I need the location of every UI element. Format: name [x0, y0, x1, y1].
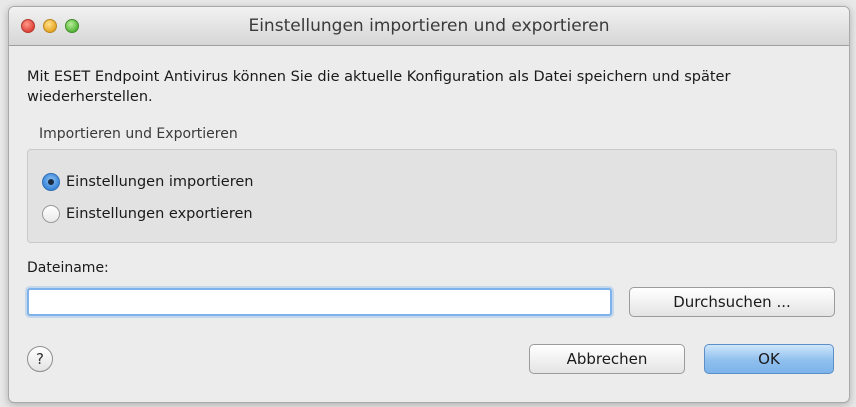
- help-icon[interactable]: ?: [27, 346, 53, 372]
- title-bar[interactable]: Einstellungen importieren und exportiere…: [9, 7, 849, 46]
- window-title: Einstellungen importieren und exportiere…: [248, 16, 610, 36]
- dialog-window: Einstellungen importieren und exportiere…: [8, 6, 850, 403]
- browse-button[interactable]: Durchsuchen ...: [629, 287, 835, 317]
- radio-selected-icon[interactable]: [42, 173, 60, 191]
- filename-input[interactable]: [27, 288, 612, 316]
- radio-import-settings[interactable]: Einstellungen importieren: [42, 170, 253, 194]
- dialog-description: Mit ESET Endpoint Antivirus können Sie d…: [27, 69, 731, 105]
- filename-label: Dateiname:: [27, 260, 109, 276]
- radio-export-settings[interactable]: Einstellungen exportieren: [42, 202, 253, 226]
- ok-button[interactable]: OK: [704, 344, 834, 374]
- cancel-button[interactable]: Abbrechen: [529, 344, 685, 374]
- radio-unselected-icon[interactable]: [42, 205, 60, 223]
- import-export-group-label: Importieren und Exportieren: [39, 126, 238, 142]
- radio-export-label[interactable]: Einstellungen exportieren: [66, 206, 253, 222]
- radio-import-label[interactable]: Einstellungen importieren: [66, 174, 253, 190]
- import-export-group: Einstellungen importieren Einstellungen …: [27, 149, 837, 243]
